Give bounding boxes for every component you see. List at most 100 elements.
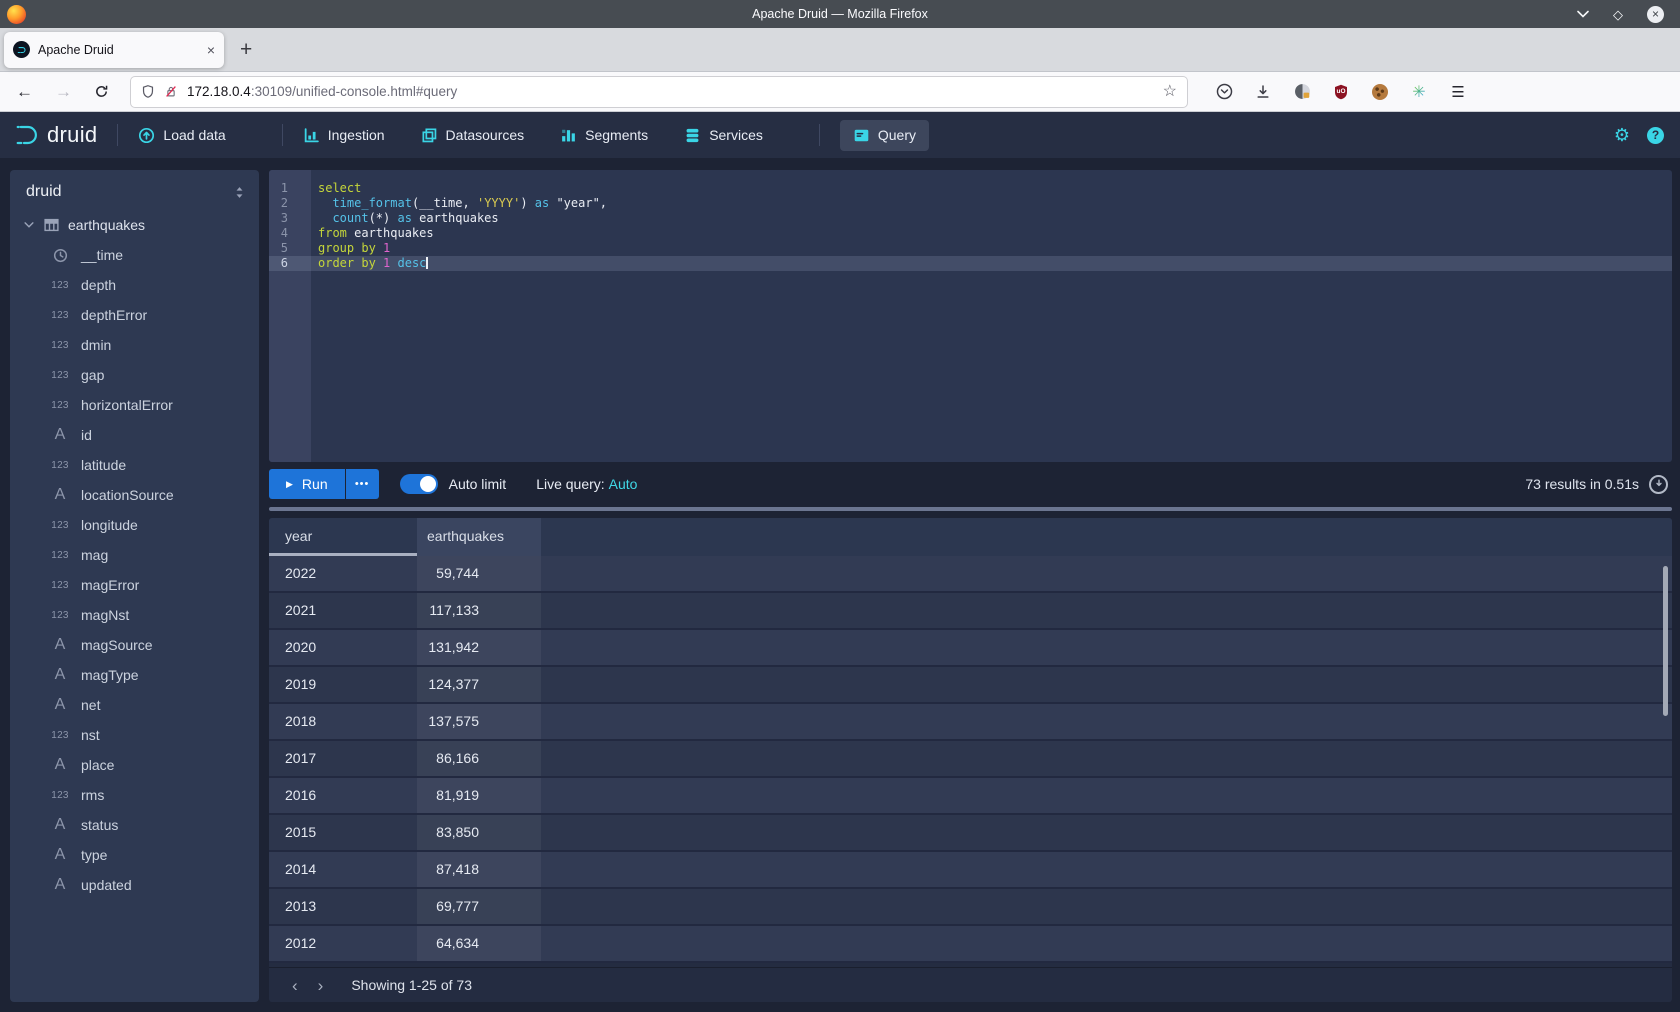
column-header-year[interactable]: year — [269, 518, 417, 556]
cell-year: 2022 — [269, 556, 417, 591]
result-row-2015[interactable]: 201583,850 — [269, 815, 1672, 852]
help-icon[interactable]: ? — [1647, 127, 1664, 144]
sidebar-column-gap[interactable]: 123gap — [10, 360, 259, 390]
browser-toolbar: ← → 172.18.0.4:30109/unified-console.htm… — [0, 72, 1680, 112]
sidebar-column-net[interactable]: Anet — [10, 690, 259, 720]
play-icon: ▶ — [286, 480, 293, 489]
nav-segments[interactable]: Segments — [560, 127, 648, 144]
cell-earthquakes: 124,377 — [417, 667, 541, 702]
browser-tab[interactable]: Apache Druid × — [4, 32, 224, 68]
result-row-2019[interactable]: 2019124,377 — [269, 667, 1672, 704]
settings-gear-icon[interactable]: ⚙ — [1614, 126, 1630, 144]
editor-line-3[interactable]: 3 count(*) as earthquakes — [269, 211, 1672, 226]
sidebar-column-locationSource[interactable]: AlocationSource — [10, 480, 259, 510]
sidebar-column-__time[interactable]: __time — [10, 240, 259, 270]
sidebar-column-magNst[interactable]: 123magNst — [10, 600, 259, 630]
sidebar-column-id[interactable]: Aid — [10, 420, 259, 450]
string-type-icon: A — [55, 486, 66, 504]
result-row-2021[interactable]: 2021117,133 — [269, 593, 1672, 630]
url-path: :30109/unified-console.html#query — [251, 84, 457, 99]
tab-close-icon[interactable]: × — [207, 43, 215, 57]
editor-line-4[interactable]: 4from earthquakes — [269, 226, 1672, 241]
back-icon[interactable]: ← — [16, 83, 33, 100]
sidebar-column-depth[interactable]: 123depth — [10, 270, 259, 300]
window-maximize-icon[interactable]: ◇ — [1613, 8, 1623, 21]
nav-datasources[interactable]: Datasources — [421, 127, 525, 144]
sort-double-caret-icon[interactable] — [233, 185, 246, 200]
run-button[interactable]: ▶ Run — [269, 469, 345, 499]
string-type-icon: A — [55, 426, 66, 444]
live-query-value[interactable]: Auto — [609, 476, 638, 492]
export-download-icon[interactable] — [1649, 475, 1668, 494]
nav-services[interactable]: Services — [684, 127, 763, 144]
nav-load-data[interactable]: Load data — [138, 127, 225, 144]
sidebar-column-mag[interactable]: 123mag — [10, 540, 259, 570]
number-type-icon: 123 — [51, 340, 69, 351]
editor-line-6[interactable]: 6order by 1 desc — [269, 256, 1672, 271]
nav-ingestion[interactable]: Ingestion — [303, 127, 385, 144]
sidebar-column-type[interactable]: Atype — [10, 840, 259, 870]
window-minimize-icon[interactable] — [1577, 10, 1589, 18]
result-row-2018[interactable]: 2018137,575 — [269, 704, 1672, 741]
result-row-2017[interactable]: 201786,166 — [269, 741, 1672, 778]
window-close-icon[interactable]: × — [1647, 6, 1664, 23]
new-tab-button[interactable]: + — [240, 39, 252, 60]
nav-query-active[interactable]: Query — [840, 120, 929, 151]
sidebar-table-earthquakes[interactable]: earthquakes — [10, 210, 259, 240]
tab-bar: Apache Druid × + — [0, 28, 1680, 72]
number-type-icon: 123 — [51, 460, 69, 471]
druid-logo[interactable]: druid — [14, 122, 97, 148]
sidebar-column-latitude[interactable]: 123latitude — [10, 450, 259, 480]
sidebar-column-magSource[interactable]: AmagSource — [10, 630, 259, 660]
schema-sidebar: druid earthquakes __time123depth123depth… — [10, 170, 259, 1002]
extension-icon[interactable] — [1293, 83, 1311, 101]
number-type-icon: 123 — [51, 370, 69, 381]
result-row-2020[interactable]: 2020131,942 — [269, 630, 1672, 667]
tracking-shield-icon[interactable] — [141, 84, 155, 99]
sql-editor[interactable]: 1select2 time_format(__time, 'YYYY') as … — [269, 170, 1672, 462]
table-name: earthquakes — [68, 217, 145, 233]
next-page-icon[interactable]: › — [318, 977, 324, 994]
horizontal-scrollbar[interactable] — [269, 507, 1672, 511]
sidebar-column-magType[interactable]: AmagType — [10, 660, 259, 690]
result-row-2014[interactable]: 201487,418 — [269, 852, 1672, 889]
editor-line-2[interactable]: 2 time_format(__time, 'YYYY') as "year", — [269, 196, 1672, 211]
sidebar-column-rms[interactable]: 123rms — [10, 780, 259, 810]
string-type-icon: A — [55, 846, 66, 864]
cell-earthquakes: 131,942 — [417, 630, 541, 665]
vertical-scrollbar[interactable] — [1663, 566, 1668, 716]
forward-icon[interactable]: → — [55, 83, 72, 100]
bookmark-star-icon[interactable]: ☆ — [1163, 84, 1177, 100]
run-more-button[interactable]: ••• — [346, 469, 379, 499]
segments-icon — [560, 127, 577, 144]
url-bar[interactable]: 172.18.0.4:30109/unified-console.html#qu… — [131, 77, 1187, 107]
auto-limit-toggle[interactable] — [400, 474, 438, 494]
sidebar-column-dmin[interactable]: 123dmin — [10, 330, 259, 360]
column-header-earthquakes[interactable]: earthquakes — [417, 518, 541, 556]
cookie-extension-icon[interactable] — [1371, 83, 1389, 101]
sidebar-column-status[interactable]: Astatus — [10, 810, 259, 840]
pocket-icon[interactable] — [1215, 83, 1233, 101]
sidebar-column-longitude[interactable]: 123longitude — [10, 510, 259, 540]
editor-line-5[interactable]: 5group by 1 — [269, 241, 1672, 256]
editor-line-1[interactable]: 1select — [269, 181, 1672, 196]
result-row-2013[interactable]: 201369,777 — [269, 889, 1672, 926]
sidebar-column-updated[interactable]: Aupdated — [10, 870, 259, 900]
result-row-2012[interactable]: 201264,634 — [269, 926, 1672, 963]
asterisk-extension-icon[interactable]: ✳ — [1410, 83, 1428, 101]
druid-favicon — [13, 41, 30, 58]
sidebar-column-magError[interactable]: 123magError — [10, 570, 259, 600]
sidebar-column-nst[interactable]: 123nst — [10, 720, 259, 750]
download-icon[interactable] — [1254, 83, 1272, 101]
result-row-2016[interactable]: 201681,919 — [269, 778, 1672, 815]
result-row-2022[interactable]: 202259,744 — [269, 556, 1672, 593]
sidebar-column-horizontalError[interactable]: 123horizontalError — [10, 390, 259, 420]
string-type-icon: A — [55, 756, 66, 774]
app-menu-icon[interactable]: ☰ — [1449, 83, 1467, 101]
sidebar-column-depthError[interactable]: 123depthError — [10, 300, 259, 330]
insecure-lock-icon[interactable] — [164, 84, 178, 99]
sidebar-column-place[interactable]: Aplace — [10, 750, 259, 780]
prev-page-icon[interactable]: ‹ — [292, 977, 298, 994]
reload-icon[interactable] — [94, 84, 109, 99]
ublock-origin-icon[interactable]: uO — [1332, 83, 1350, 101]
